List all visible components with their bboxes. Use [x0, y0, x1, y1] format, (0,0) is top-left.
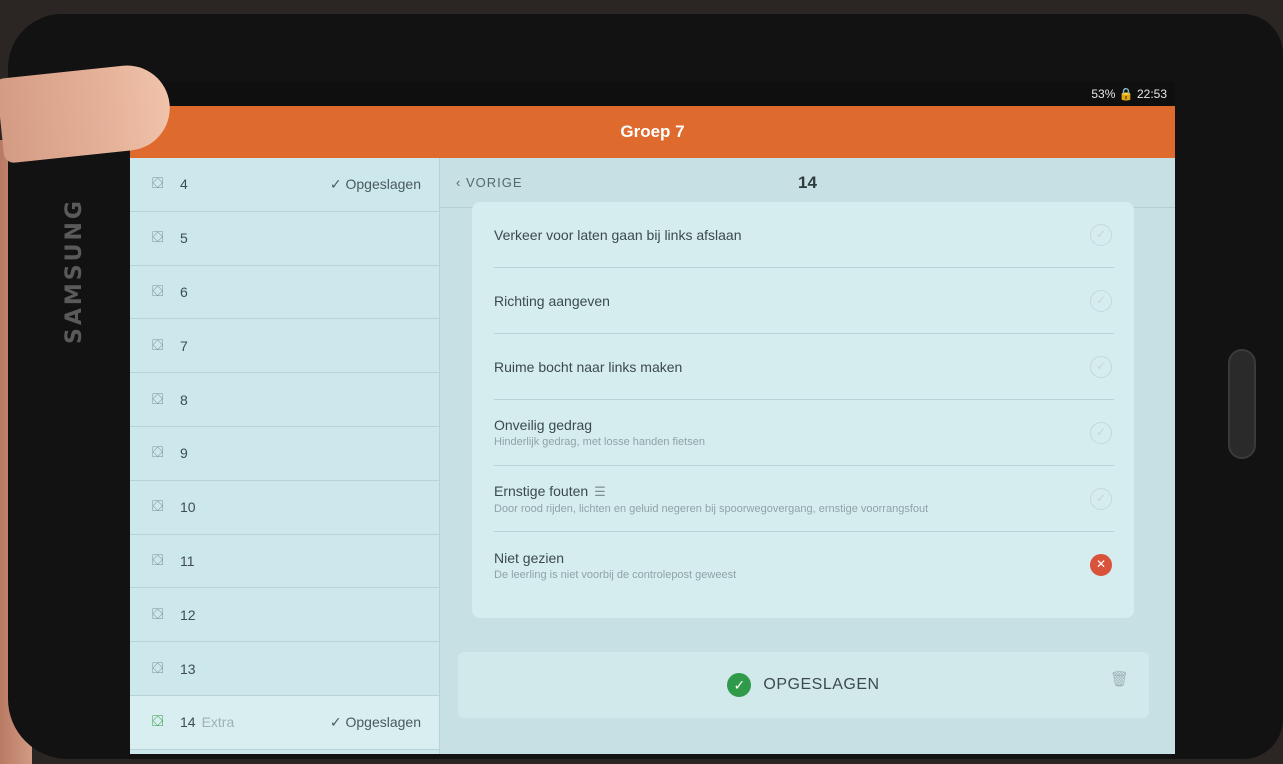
- check-icon[interactable]: ✓: [1090, 289, 1112, 312]
- participant-number: 12: [180, 606, 196, 623]
- app-bar: Groep 7: [130, 106, 1175, 158]
- saved-bar[interactable]: ✓ OPGESLAGEN 🗑: [458, 652, 1149, 718]
- checklist-item[interactable]: Ruime bocht naar links maken ✓: [494, 334, 1114, 400]
- bib-icon: ⛋: [152, 282, 164, 300]
- participant-item-7[interactable]: ⛋ 7: [130, 319, 439, 374]
- content: ⛋ 4 ✓ Opgeslagen ⛋ 5 ⛋ 6 ⛋ 7 ⛋ 8 ⛋ 9 ⛋ 1…: [130, 158, 1175, 754]
- status-bar: 53% 🔒 22:53: [130, 82, 1175, 106]
- item-title: Onveilig gedrag: [494, 417, 593, 433]
- app-title: Groep 7: [620, 122, 685, 141]
- bib-icon: ⛋: [152, 175, 164, 193]
- participant-number: 10: [180, 499, 196, 516]
- bib-icon: ⛋: [152, 605, 164, 623]
- device-brand: SAMSUNG: [62, 198, 87, 344]
- trash-icon[interactable]: 🗑: [1110, 670, 1129, 688]
- participant-number: 4: [180, 176, 188, 193]
- participant-extra-tag: Extra: [201, 714, 235, 731]
- item-title: Verkeer voor laten gaan bij links afslaa…: [494, 226, 742, 243]
- item-subtitle: Door rood rijden, lichten en geluid nege…: [494, 502, 929, 515]
- check-icon[interactable]: ✓: [1090, 355, 1112, 378]
- check-icon[interactable]: ✓: [1090, 223, 1112, 246]
- item-title: Ernstige fouten ☰: [494, 482, 606, 499]
- participant-number: 7: [180, 337, 188, 354]
- check-icon[interactable]: ✓: [1090, 421, 1112, 444]
- participant-item-9[interactable]: ⛋ 9: [130, 427, 439, 481]
- bib-icon: ⛋: [152, 229, 164, 247]
- detail-header: ‹ VORIGE 14: [440, 158, 1175, 208]
- participant-item-5[interactable]: ⛋ 5: [130, 212, 439, 266]
- status-text: 53% 🔒 22:53: [1091, 87, 1167, 101]
- bib-icon: ⛋: [152, 551, 164, 569]
- bib-icon: ⛋: [152, 390, 164, 408]
- participant-number: 6: [180, 283, 188, 300]
- bib-icon: ⛋: [152, 713, 164, 731]
- item-subtitle: De leerling is niet voorbij de controlep…: [494, 568, 737, 581]
- participant-number: 14: [180, 714, 196, 731]
- screen: 53% 🔒 22:53 Groep 7 ⛋ 4 ✓ Opgeslagen ⛋ 5…: [130, 82, 1175, 754]
- participant-number: 8: [180, 391, 188, 408]
- saved-label: OPGESLAGEN: [763, 676, 880, 693]
- saved-status: ✓ Opgeslagen: [329, 175, 421, 192]
- checklist-card: Verkeer voor laten gaan bij links afslaa…: [472, 202, 1134, 618]
- participant-number: 9: [180, 445, 188, 462]
- participant-number: 5: [180, 230, 188, 247]
- item-title: Richting aangeven: [494, 292, 610, 309]
- checklist-item[interactable]: Onveilig gedrag Hinderlijk gedrag, met l…: [494, 400, 1114, 466]
- item-title: Niet gezien: [494, 549, 565, 566]
- home-button[interactable]: [1228, 349, 1256, 459]
- checklist-item[interactable]: Ernstige fouten ☰ Door rood rijden, licht…: [494, 466, 1114, 532]
- participant-item-4[interactable]: ⛋ 4 ✓ Opgeslagen: [130, 158, 439, 212]
- close-icon[interactable]: ✕: [1090, 554, 1112, 576]
- participant-item-6[interactable]: ⛋ 6: [130, 266, 439, 320]
- participant-item-11[interactable]: ⛋ 11: [130, 535, 439, 589]
- participant-item-10[interactable]: ⛋ 10: [130, 481, 439, 535]
- detail-title: 14: [798, 172, 817, 192]
- saved-status: ✓ Opgeslagen: [329, 713, 421, 730]
- check-icon[interactable]: ✓: [1090, 487, 1112, 510]
- bib-icon: ⛋: [152, 659, 164, 677]
- participant-item-12[interactable]: ⛋ 12: [130, 588, 439, 643]
- participant-list: ⛋ 4 ✓ Opgeslagen ⛋ 5 ⛋ 6 ⛋ 7 ⛋ 8 ⛋ 9 ⛋ 1…: [130, 158, 440, 754]
- list-icon: ☰: [594, 483, 606, 499]
- tablet-device: SAMSUNG 53% 🔒 22:53 Groep 7 ⛋ 4 ✓ Opgesl…: [8, 14, 1283, 759]
- checklist-item[interactable]: Niet gezien De leerling is niet voorbij …: [494, 532, 1114, 598]
- check-circle-icon: ✓: [727, 673, 752, 697]
- participant-item-14[interactable]: ⛋ 14 Extra ✓ Opgeslagen: [130, 695, 439, 750]
- detail-panel: ‹ VORIGE 14 Verkeer voor laten gaan bij …: [440, 158, 1175, 754]
- item-subtitle: Hinderlijk gedrag, met losse handen fiet…: [494, 436, 705, 448]
- participant-item-13[interactable]: ⛋ 13: [130, 642, 439, 696]
- checklist-item[interactable]: Richting aangeven ✓: [494, 268, 1114, 334]
- participant-number: 13: [180, 660, 196, 677]
- checklist-item[interactable]: Verkeer voor laten gaan bij links afslaa…: [494, 202, 1114, 268]
- bib-icon: ⛋: [152, 444, 164, 462]
- participant-number: 11: [180, 552, 195, 569]
- bib-icon: ⛋: [152, 336, 164, 354]
- item-title: Ruime bocht naar links maken: [494, 358, 683, 375]
- participant-item-8[interactable]: ⛋ 8: [130, 373, 439, 427]
- bib-icon: ⛋: [152, 498, 164, 516]
